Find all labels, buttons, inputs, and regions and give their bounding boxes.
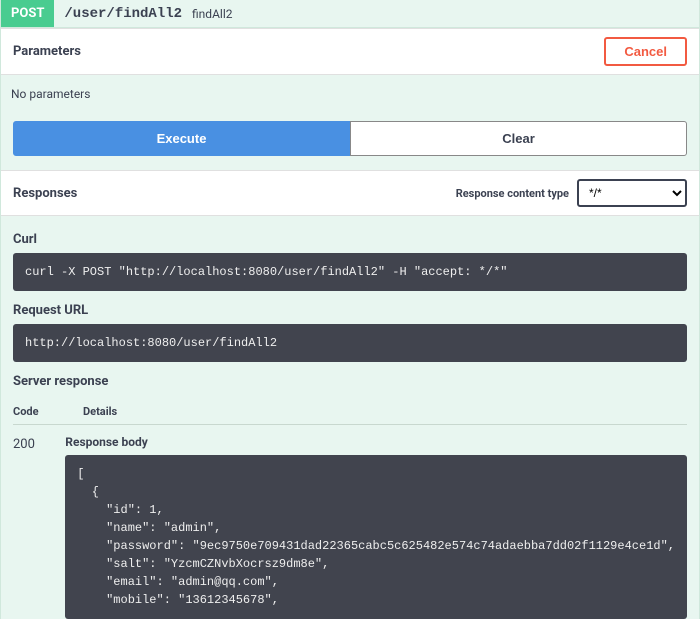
endpoint-header[interactable]: POST /user/findAll2 findAll2 bbox=[0, 0, 700, 28]
endpoint-summary: findAll2 bbox=[192, 7, 232, 21]
action-button-row: Execute Clear bbox=[1, 121, 699, 170]
responses-header: Responses Response content type */* bbox=[1, 170, 699, 216]
curl-command-block[interactable]: curl -X POST "http://localhost:8080/user… bbox=[13, 253, 687, 291]
endpoint-path: /user/findAll2 bbox=[54, 6, 192, 22]
no-parameters-text: No parameters bbox=[1, 75, 699, 121]
responses-heading: Responses bbox=[13, 186, 77, 201]
cancel-button[interactable]: Cancel bbox=[604, 37, 687, 66]
request-url-block[interactable]: http://localhost:8080/user/findAll2 bbox=[13, 324, 687, 362]
execute-button[interactable]: Execute bbox=[13, 121, 350, 156]
request-url-heading: Request URL bbox=[13, 303, 687, 318]
response-details: Response body [ { "id": 1, "name": "admi… bbox=[65, 435, 687, 619]
col-details-header: Details bbox=[83, 405, 687, 418]
col-code-header: Code bbox=[13, 405, 83, 418]
content-type-select[interactable]: */* bbox=[577, 179, 687, 207]
http-method-badge: POST bbox=[1, 0, 54, 27]
response-body-block[interactable]: [ { "id": 1, "name": "admin", "password"… bbox=[65, 455, 687, 619]
status-code: 200 bbox=[13, 435, 65, 619]
parameters-heading: Parameters bbox=[13, 44, 81, 59]
curl-heading: Curl bbox=[13, 232, 687, 247]
content-type-group: Response content type */* bbox=[456, 179, 687, 207]
server-response-heading: Server response bbox=[13, 374, 687, 389]
clear-button[interactable]: Clear bbox=[350, 121, 687, 156]
response-body-heading: Response body bbox=[65, 435, 687, 449]
content-type-label: Response content type bbox=[456, 187, 569, 200]
response-table-header: Code Details bbox=[13, 395, 687, 425]
response-row: 200 Response body [ { "id": 1, "name": "… bbox=[13, 435, 687, 619]
parameters-header: Parameters Cancel bbox=[1, 28, 699, 75]
